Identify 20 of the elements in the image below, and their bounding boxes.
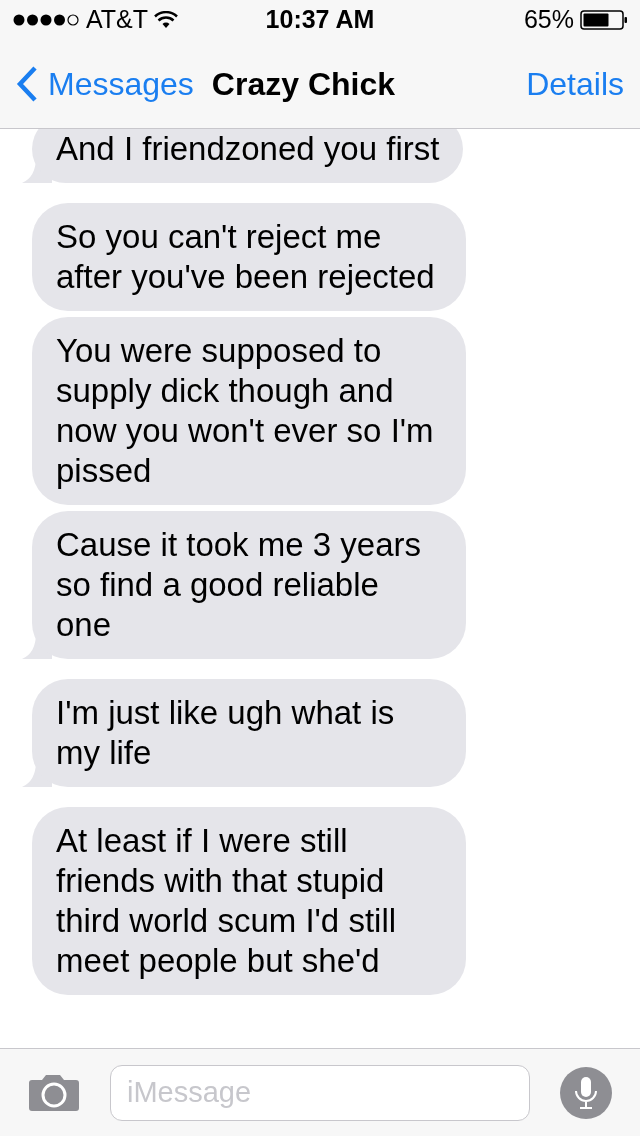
signal-icon bbox=[12, 13, 80, 27]
message-bubble: I'm just like ugh what is my life bbox=[32, 679, 466, 787]
carrier-name: AT&T bbox=[86, 4, 149, 36]
camera-icon[interactable] bbox=[28, 1073, 80, 1112]
back-label: Messages bbox=[48, 65, 194, 104]
battery-percent: 65% bbox=[523, 4, 574, 36]
message-bubble: At least if I were still friends with that stupid third world scum I'd still meet people but she'd bbox=[32, 807, 466, 995]
message-bubble: You were supposed to supply dick though and now you won't ever so I'm pissed bbox=[32, 317, 466, 505]
back-button[interactable]: Messages bbox=[16, 60, 194, 108]
microphone-icon[interactable] bbox=[560, 1066, 612, 1119]
clock-time: 10:37 AM bbox=[265, 4, 375, 36]
message-bubble: So you can't reject me after you've been rejected bbox=[32, 203, 466, 311]
wifi-icon bbox=[154, 11, 179, 29]
message-input[interactable]: iMessage bbox=[110, 1064, 530, 1121]
message-bubble: And I friendzoned you first bbox=[32, 129, 464, 183]
details-button[interactable]: Details bbox=[526, 60, 624, 108]
message-bubble: Cause it took me 3 years so find a good reliable one bbox=[32, 511, 466, 659]
battery-icon bbox=[580, 10, 628, 30]
conversation-title: Crazy Chick bbox=[211, 65, 396, 104]
back-chevron-icon bbox=[16, 65, 38, 103]
